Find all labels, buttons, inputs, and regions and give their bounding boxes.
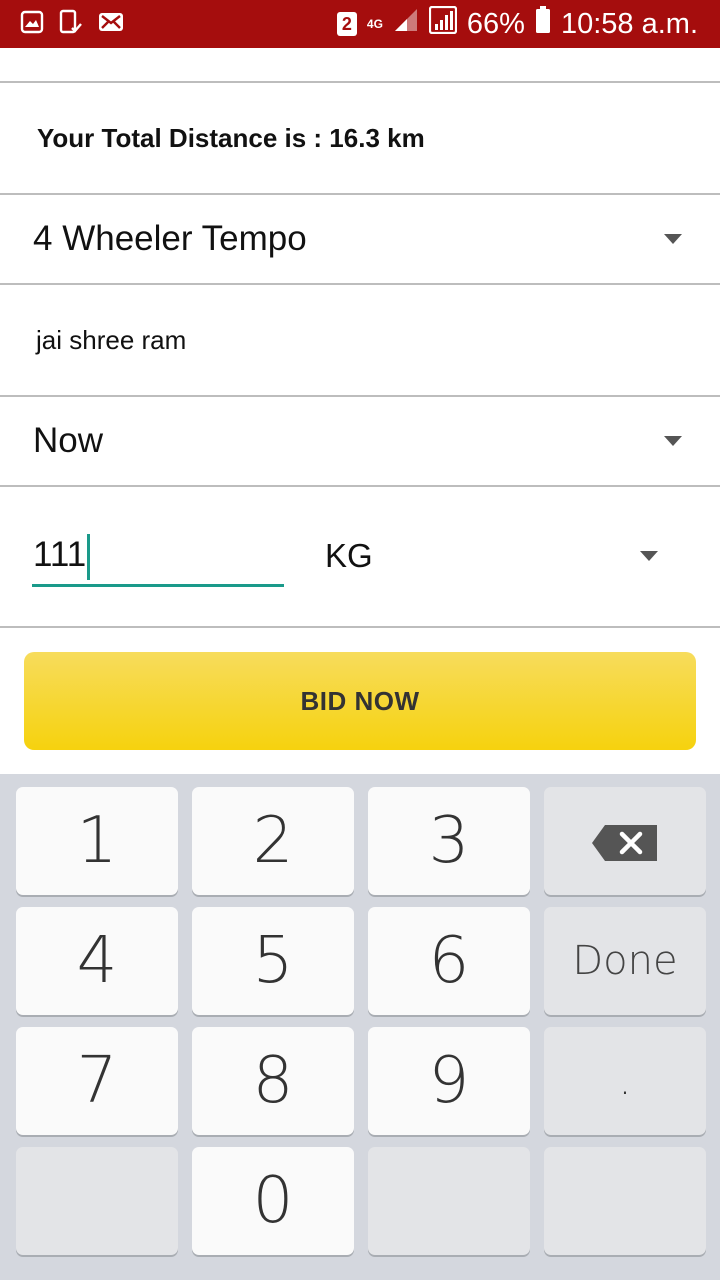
clock: 10:58 a.m. xyxy=(560,7,698,40)
battery-percent: 66% xyxy=(466,7,525,40)
chevron-down-icon xyxy=(664,436,682,446)
chevron-down-icon xyxy=(664,234,682,244)
key-7[interactable]: 7 xyxy=(16,1027,178,1135)
gallery-icon xyxy=(20,10,44,39)
distance-text: Your Total Distance is : 16.3 km xyxy=(37,122,425,153)
blank-key xyxy=(368,1147,530,1255)
note-field[interactable]: jai shree ram xyxy=(0,285,720,397)
unit-select[interactable]: KG xyxy=(325,537,373,575)
key-3[interactable]: 3 xyxy=(368,787,530,895)
done-key[interactable]: Done xyxy=(544,907,706,1015)
time-select[interactable]: Now xyxy=(0,397,720,487)
key-9[interactable]: 9 xyxy=(368,1027,530,1135)
text-cursor xyxy=(87,533,91,580)
key-8[interactable]: 8 xyxy=(192,1027,354,1135)
bid-now-button[interactable]: BID NOW xyxy=(24,652,696,750)
device-check-icon xyxy=(58,9,84,40)
weight-input-value: 111 xyxy=(33,535,87,574)
signal-full-icon xyxy=(428,5,458,42)
blank-key xyxy=(16,1147,178,1255)
weight-input[interactable]: 111 xyxy=(32,527,284,587)
key-6[interactable]: 6 xyxy=(368,907,530,1015)
dot-key[interactable]: . xyxy=(544,1027,706,1135)
battery-icon xyxy=(535,6,551,42)
distance-row: Your Total Distance is : 16.3 km xyxy=(0,83,720,195)
network-type-label: 4G xyxy=(366,17,383,31)
sim-badge-icon: 2 xyxy=(336,12,357,36)
blank-key xyxy=(544,1147,706,1255)
backspace-icon xyxy=(591,804,659,878)
signal-icon xyxy=(393,7,419,41)
weight-row: 111 KG xyxy=(0,487,720,628)
backspace-key[interactable] xyxy=(544,787,706,895)
previous-row xyxy=(0,48,720,83)
mail-icon xyxy=(98,11,124,38)
key-2[interactable]: 2 xyxy=(192,787,354,895)
key-1[interactable]: 1 xyxy=(16,787,178,895)
vehicle-select[interactable]: 4 Wheeler Tempo xyxy=(0,195,720,285)
status-bar: 2 4G 66% 10:58 a.m. xyxy=(0,0,720,48)
key-4[interactable]: 4 xyxy=(16,907,178,1015)
note-field-value: jai shree ram xyxy=(36,324,187,355)
key-5[interactable]: 5 xyxy=(192,907,354,1015)
chevron-down-icon[interactable] xyxy=(640,551,658,561)
numeric-keyboard: 1 2 3 4 5 6 Done 7 8 9 . 0 xyxy=(0,774,720,1280)
key-0[interactable]: 0 xyxy=(192,1147,354,1255)
time-select-value: Now xyxy=(33,421,104,460)
vehicle-select-value: 4 Wheeler Tempo xyxy=(33,219,307,258)
